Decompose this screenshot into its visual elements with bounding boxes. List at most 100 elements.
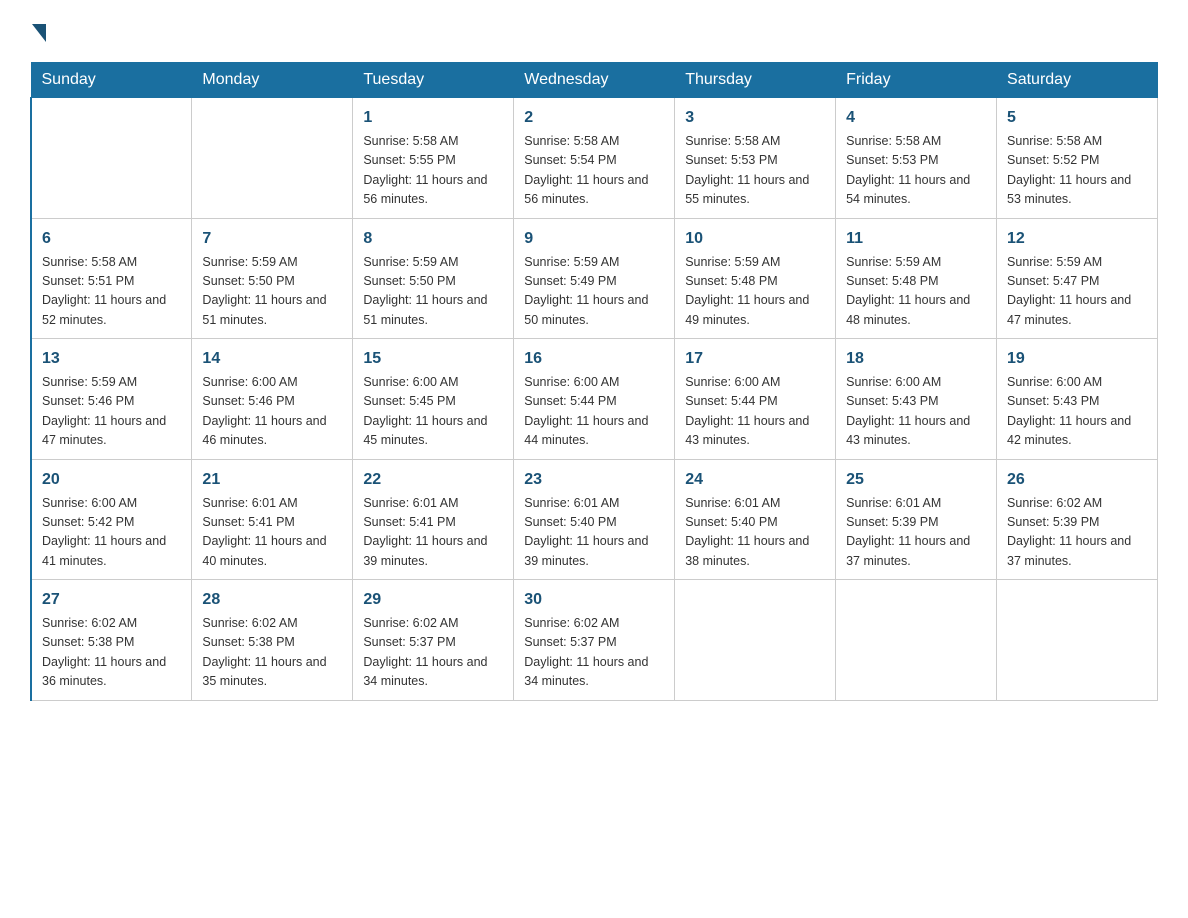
day-info: Sunrise: 6:02 AMSunset: 5:38 PMDaylight:… (202, 614, 342, 692)
calendar-cell: 8Sunrise: 5:59 AMSunset: 5:50 PMDaylight… (353, 218, 514, 339)
calendar-cell (31, 98, 192, 219)
day-number: 23 (524, 468, 664, 492)
calendar-cell: 21Sunrise: 6:01 AMSunset: 5:41 PMDayligh… (192, 459, 353, 580)
day-info: Sunrise: 6:02 AMSunset: 5:39 PMDaylight:… (1007, 494, 1147, 572)
day-number: 15 (363, 347, 503, 371)
day-info: Sunrise: 6:00 AMSunset: 5:44 PMDaylight:… (685, 373, 825, 451)
day-info: Sunrise: 5:59 AMSunset: 5:49 PMDaylight:… (524, 253, 664, 331)
day-number: 1 (363, 106, 503, 130)
calendar-cell: 10Sunrise: 5:59 AMSunset: 5:48 PMDayligh… (675, 218, 836, 339)
weekday-header-sunday: Sunday (31, 63, 192, 98)
day-number: 2 (524, 106, 664, 130)
calendar-cell: 17Sunrise: 6:00 AMSunset: 5:44 PMDayligh… (675, 339, 836, 460)
calendar-cell: 1Sunrise: 5:58 AMSunset: 5:55 PMDaylight… (353, 98, 514, 219)
day-number: 20 (42, 468, 181, 492)
weekday-header-thursday: Thursday (675, 63, 836, 98)
calendar-header-row: SundayMondayTuesdayWednesdayThursdayFrid… (31, 63, 1158, 98)
calendar-week-4: 20Sunrise: 6:00 AMSunset: 5:42 PMDayligh… (31, 459, 1158, 580)
calendar-cell: 25Sunrise: 6:01 AMSunset: 5:39 PMDayligh… (836, 459, 997, 580)
calendar-cell: 16Sunrise: 6:00 AMSunset: 5:44 PMDayligh… (514, 339, 675, 460)
day-number: 17 (685, 347, 825, 371)
day-info: Sunrise: 6:01 AMSunset: 5:39 PMDaylight:… (846, 494, 986, 572)
day-info: Sunrise: 6:01 AMSunset: 5:40 PMDaylight:… (685, 494, 825, 572)
day-number: 27 (42, 588, 181, 612)
day-number: 29 (363, 588, 503, 612)
calendar-week-1: 1Sunrise: 5:58 AMSunset: 5:55 PMDaylight… (31, 98, 1158, 219)
calendar-cell: 12Sunrise: 5:59 AMSunset: 5:47 PMDayligh… (997, 218, 1158, 339)
calendar-week-2: 6Sunrise: 5:58 AMSunset: 5:51 PMDaylight… (31, 218, 1158, 339)
calendar-cell: 26Sunrise: 6:02 AMSunset: 5:39 PMDayligh… (997, 459, 1158, 580)
day-number: 22 (363, 468, 503, 492)
calendar-cell: 2Sunrise: 5:58 AMSunset: 5:54 PMDaylight… (514, 98, 675, 219)
calendar-cell: 27Sunrise: 6:02 AMSunset: 5:38 PMDayligh… (31, 580, 192, 701)
day-info: Sunrise: 6:00 AMSunset: 5:46 PMDaylight:… (202, 373, 342, 451)
day-number: 28 (202, 588, 342, 612)
calendar-cell: 9Sunrise: 5:59 AMSunset: 5:49 PMDaylight… (514, 218, 675, 339)
day-number: 11 (846, 227, 986, 251)
weekday-header-wednesday: Wednesday (514, 63, 675, 98)
page-header (30, 20, 1158, 42)
day-info: Sunrise: 6:00 AMSunset: 5:44 PMDaylight:… (524, 373, 664, 451)
calendar-cell: 24Sunrise: 6:01 AMSunset: 5:40 PMDayligh… (675, 459, 836, 580)
calendar-cell: 5Sunrise: 5:58 AMSunset: 5:52 PMDaylight… (997, 98, 1158, 219)
day-info: Sunrise: 5:59 AMSunset: 5:46 PMDaylight:… (42, 373, 181, 451)
calendar-cell: 18Sunrise: 6:00 AMSunset: 5:43 PMDayligh… (836, 339, 997, 460)
calendar-cell: 3Sunrise: 5:58 AMSunset: 5:53 PMDaylight… (675, 98, 836, 219)
day-info: Sunrise: 6:01 AMSunset: 5:41 PMDaylight:… (363, 494, 503, 572)
day-info: Sunrise: 6:00 AMSunset: 5:42 PMDaylight:… (42, 494, 181, 572)
day-info: Sunrise: 5:58 AMSunset: 5:55 PMDaylight:… (363, 132, 503, 210)
day-number: 9 (524, 227, 664, 251)
day-number: 14 (202, 347, 342, 371)
day-info: Sunrise: 5:58 AMSunset: 5:54 PMDaylight:… (524, 132, 664, 210)
day-info: Sunrise: 6:02 AMSunset: 5:37 PMDaylight:… (363, 614, 503, 692)
calendar-cell: 23Sunrise: 6:01 AMSunset: 5:40 PMDayligh… (514, 459, 675, 580)
day-info: Sunrise: 6:02 AMSunset: 5:37 PMDaylight:… (524, 614, 664, 692)
day-info: Sunrise: 6:01 AMSunset: 5:41 PMDaylight:… (202, 494, 342, 572)
calendar-cell: 20Sunrise: 6:00 AMSunset: 5:42 PMDayligh… (31, 459, 192, 580)
day-info: Sunrise: 6:00 AMSunset: 5:43 PMDaylight:… (846, 373, 986, 451)
day-number: 19 (1007, 347, 1147, 371)
day-info: Sunrise: 5:58 AMSunset: 5:53 PMDaylight:… (846, 132, 986, 210)
day-number: 21 (202, 468, 342, 492)
day-number: 24 (685, 468, 825, 492)
weekday-header-monday: Monday (192, 63, 353, 98)
day-info: Sunrise: 5:58 AMSunset: 5:53 PMDaylight:… (685, 132, 825, 210)
weekday-header-friday: Friday (836, 63, 997, 98)
calendar-cell: 4Sunrise: 5:58 AMSunset: 5:53 PMDaylight… (836, 98, 997, 219)
calendar-cell (836, 580, 997, 701)
day-number: 7 (202, 227, 342, 251)
calendar-cell: 22Sunrise: 6:01 AMSunset: 5:41 PMDayligh… (353, 459, 514, 580)
calendar-cell: 6Sunrise: 5:58 AMSunset: 5:51 PMDaylight… (31, 218, 192, 339)
day-number: 3 (685, 106, 825, 130)
weekday-header-saturday: Saturday (997, 63, 1158, 98)
calendar-week-3: 13Sunrise: 5:59 AMSunset: 5:46 PMDayligh… (31, 339, 1158, 460)
day-number: 6 (42, 227, 181, 251)
day-number: 26 (1007, 468, 1147, 492)
calendar-cell: 28Sunrise: 6:02 AMSunset: 5:38 PMDayligh… (192, 580, 353, 701)
calendar-cell: 13Sunrise: 5:59 AMSunset: 5:46 PMDayligh… (31, 339, 192, 460)
day-info: Sunrise: 6:00 AMSunset: 5:45 PMDaylight:… (363, 373, 503, 451)
day-info: Sunrise: 5:59 AMSunset: 5:50 PMDaylight:… (363, 253, 503, 331)
day-number: 18 (846, 347, 986, 371)
calendar-week-5: 27Sunrise: 6:02 AMSunset: 5:38 PMDayligh… (31, 580, 1158, 701)
calendar-cell: 15Sunrise: 6:00 AMSunset: 5:45 PMDayligh… (353, 339, 514, 460)
day-info: Sunrise: 6:00 AMSunset: 5:43 PMDaylight:… (1007, 373, 1147, 451)
day-number: 4 (846, 106, 986, 130)
day-info: Sunrise: 5:58 AMSunset: 5:51 PMDaylight:… (42, 253, 181, 331)
calendar-table: SundayMondayTuesdayWednesdayThursdayFrid… (30, 62, 1158, 701)
day-number: 25 (846, 468, 986, 492)
calendar-cell: 30Sunrise: 6:02 AMSunset: 5:37 PMDayligh… (514, 580, 675, 701)
calendar-cell: 19Sunrise: 6:00 AMSunset: 5:43 PMDayligh… (997, 339, 1158, 460)
day-info: Sunrise: 5:58 AMSunset: 5:52 PMDaylight:… (1007, 132, 1147, 210)
day-info: Sunrise: 6:02 AMSunset: 5:38 PMDaylight:… (42, 614, 181, 692)
weekday-header-tuesday: Tuesday (353, 63, 514, 98)
day-number: 8 (363, 227, 503, 251)
day-info: Sunrise: 5:59 AMSunset: 5:48 PMDaylight:… (846, 253, 986, 331)
day-info: Sunrise: 5:59 AMSunset: 5:50 PMDaylight:… (202, 253, 342, 331)
day-info: Sunrise: 5:59 AMSunset: 5:48 PMDaylight:… (685, 253, 825, 331)
calendar-cell: 14Sunrise: 6:00 AMSunset: 5:46 PMDayligh… (192, 339, 353, 460)
day-number: 13 (42, 347, 181, 371)
calendar-cell: 7Sunrise: 5:59 AMSunset: 5:50 PMDaylight… (192, 218, 353, 339)
day-number: 10 (685, 227, 825, 251)
calendar-cell (997, 580, 1158, 701)
